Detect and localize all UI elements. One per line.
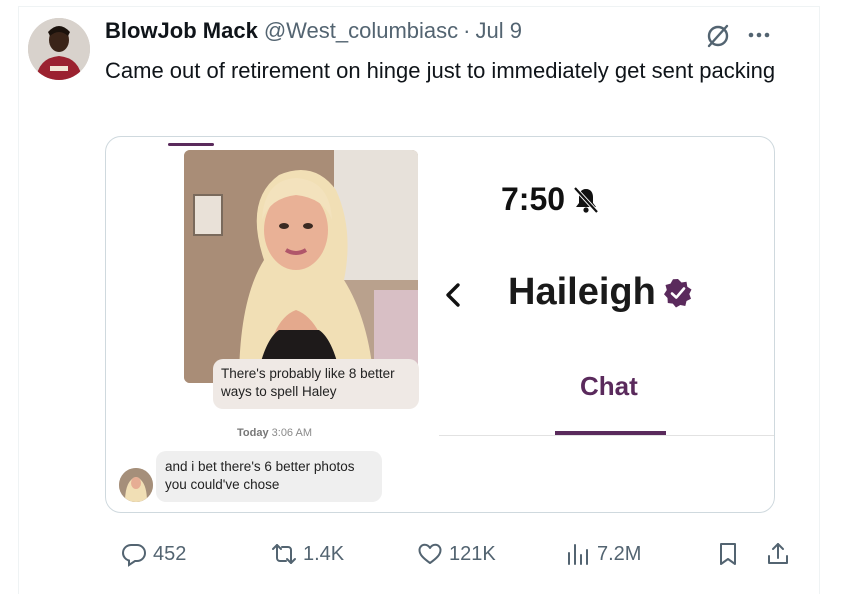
sender-avatar [119,468,153,502]
reply-button[interactable]: 452 [121,538,186,570]
message-timestamp: Today 3:06 AM [237,427,312,439]
screenshot-top-strip [168,143,214,146]
author-avatar[interactable] [28,18,90,80]
phone-status-time: 7:50 [501,181,601,218]
views-count: 7.2M [597,542,642,565]
grok-icon[interactable] [703,21,733,51]
verified-icon [663,278,692,307]
share-icon [768,543,788,564]
tweet-action-bar: 452 1.4K 121K 7.2M [105,538,795,570]
retweet-count: 1.4K [303,542,345,565]
match-name-header: Haileigh [508,271,694,314]
bookmark-icon [720,543,736,565]
profile-photo [184,150,418,383]
retweet-icon [272,544,296,564]
views-icon [568,544,588,565]
like-button[interactable]: 121K [417,538,496,570]
bookmark-button[interactable] [715,538,741,570]
incoming-message-bubble: There's probably like 8 better ways to s… [213,359,419,409]
like-icon [418,543,442,564]
bell-off-icon [573,186,599,213]
timestamp-day: Today [237,427,269,439]
tweet-text: Came out of retirement on hinge just to … [105,58,776,83]
separator-dot: · [463,18,471,43]
back-chevron-icon[interactable] [441,280,465,310]
views-button[interactable]: 7.2M [565,538,641,570]
match-name: Haileigh [508,271,656,313]
author-name[interactable]: BlowJob Mack [105,18,258,44]
tab-chat[interactable]: Chat [580,371,638,402]
retweet-button[interactable]: 1.4K [271,538,344,570]
share-button[interactable] [765,538,791,570]
author-handle[interactable]: @West_columbiasc [264,18,458,44]
outgoing-message-bubble: and i bet there's 6 better photos you co… [156,451,382,502]
phone-time-text: 7:50 [501,181,566,217]
tweet-header: BlowJob Mack @West_columbiasc · Jul 9 [105,18,522,44]
tweet-date[interactable]: Jul 9 [475,18,521,44]
timestamp-time: 3:06 AM [271,427,312,439]
reply-icon [121,544,147,567]
tweet-media[interactable]: There's probably like 8 better ways to s… [105,136,775,513]
like-count: 121K [449,542,496,565]
tab-divider [439,435,774,436]
more-icon[interactable] [746,22,772,48]
reply-count: 452 [153,542,187,565]
